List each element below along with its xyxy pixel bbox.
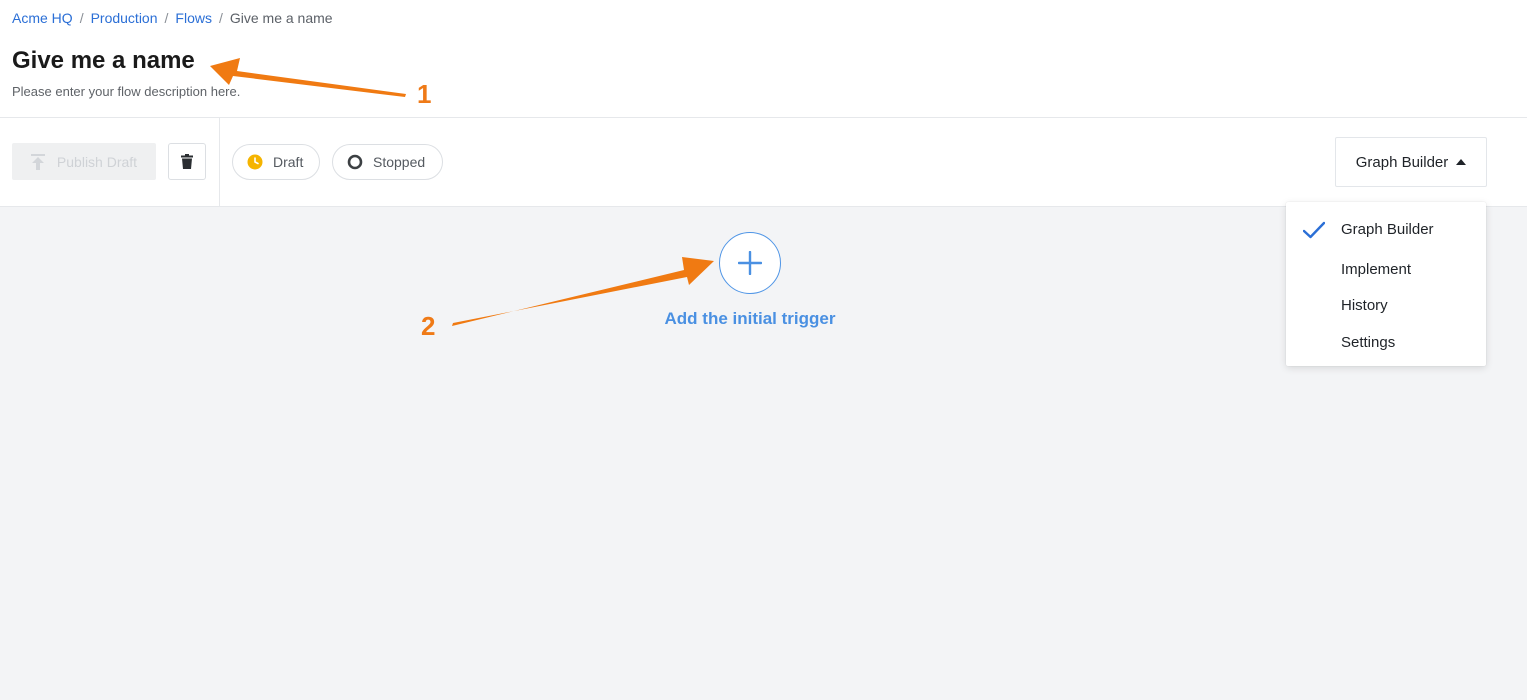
- annotation-label-2: 2: [421, 311, 436, 341]
- breadcrumb-flows[interactable]: Flows: [175, 9, 212, 27]
- publish-draft-button[interactable]: Publish Draft: [12, 143, 156, 180]
- flow-toolbar: Publish Draft Draft Stopped Graph Builde…: [0, 118, 1527, 207]
- breadcrumb-separator: /: [164, 10, 169, 26]
- menu-item-history[interactable]: History: [1286, 291, 1486, 321]
- menu-item-graph-builder[interactable]: Graph Builder: [1286, 215, 1486, 245]
- breadcrumb-separator: /: [218, 10, 223, 26]
- toolbar-divider: [219, 118, 220, 207]
- menu-item-implement[interactable]: Implement: [1286, 255, 1486, 285]
- breadcrumb-acme-hq[interactable]: Acme HQ: [12, 9, 73, 27]
- view-selector-label: Graph Builder: [1355, 153, 1449, 171]
- page-title[interactable]: Give me a name: [12, 46, 195, 76]
- annotation-label-1: 1: [417, 79, 432, 109]
- draft-label: Draft: [273, 154, 304, 170]
- plus-icon: [738, 251, 762, 275]
- page-description[interactable]: Please enter your flow description here.: [12, 84, 240, 100]
- menu-item-settings[interactable]: Settings: [1286, 328, 1486, 358]
- trash-icon: [181, 154, 193, 169]
- status-badge-stopped: Stopped: [332, 144, 443, 180]
- publish-draft-label: Publish Draft: [56, 153, 138, 170]
- breadcrumb-separator: /: [79, 10, 84, 26]
- view-selector-dropdown[interactable]: Graph Builder: [1335, 137, 1487, 187]
- stopped-ring-icon: [347, 154, 363, 170]
- delete-button[interactable]: [168, 143, 206, 180]
- add-trigger-button[interactable]: [719, 232, 781, 294]
- stopped-label: Stopped: [373, 154, 426, 170]
- breadcrumb: Acme HQ / Production / Flows / Give me a…: [12, 9, 333, 27]
- caret-up-icon: [1456, 159, 1467, 165]
- clock-icon: [247, 154, 263, 170]
- status-badge-draft: Draft: [232, 144, 320, 180]
- breadcrumb-current: Give me a name: [229, 10, 333, 26]
- page-header: Acme HQ / Production / Flows / Give me a…: [0, 0, 1527, 118]
- view-menu: Graph Builder Implement History Settings: [1286, 202, 1486, 366]
- breadcrumb-production[interactable]: Production: [91, 9, 158, 27]
- add-trigger-label[interactable]: Add the initial trigger: [630, 309, 870, 329]
- flow-editor-page: Acme HQ / Production / Flows / Give me a…: [0, 0, 1527, 700]
- upload-icon: [30, 153, 45, 170]
